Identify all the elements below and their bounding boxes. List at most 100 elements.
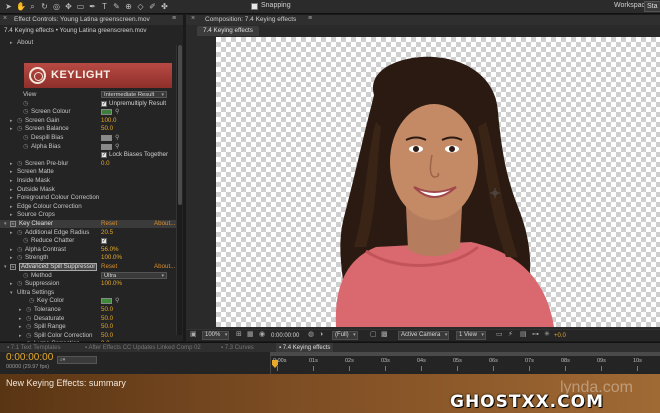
property-value[interactable]: 100.0%	[101, 254, 122, 262]
disclosure-triangle-icon[interactable]: ▸	[10, 280, 13, 288]
view-layout-select[interactable]: 1 View	[456, 331, 486, 340]
effect-row-despill-bias[interactable]: ◷ Despill Bias ⚲	[0, 134, 176, 142]
disclosure-triangle-icon[interactable]: ▸	[10, 203, 13, 211]
effect-row-option-2[interactable]: ◷ ✓ Unpremultiply Result	[0, 100, 176, 108]
disclosure-triangle-icon[interactable]: ▾	[4, 220, 7, 228]
roto-brush-tool-icon[interactable]: ✐	[148, 2, 157, 11]
disclosure-triangle-icon[interactable]: ▸	[10, 117, 13, 125]
stopwatch-icon[interactable]: ◷	[23, 100, 28, 108]
current-time-display[interactable]: 0:00:00:00	[271, 331, 299, 340]
effect-row-strength[interactable]: ▸ ◷ Strength 100.0%	[0, 254, 176, 262]
composition-tab[interactable]: 7.4 Keying effects	[197, 26, 259, 36]
close-icon[interactable]: ×	[3, 15, 7, 22]
stopwatch-icon[interactable]: ◷	[17, 117, 22, 125]
stopwatch-icon[interactable]: ◷	[26, 332, 31, 340]
stopwatch-icon[interactable]: ◷	[23, 134, 28, 142]
camera-select[interactable]: Active Camera	[398, 331, 450, 340]
eyedropper-icon[interactable]: ⚲	[115, 109, 125, 115]
property-checkbox[interactable]: ✓	[101, 152, 107, 159]
hand-tool-icon[interactable]: ✋	[16, 2, 26, 11]
effect-row-spill-range[interactable]: ▸ ◷ Spill Range 50.0	[0, 323, 176, 331]
stopwatch-icon[interactable]: ◷	[26, 315, 31, 323]
composition-viewer[interactable]	[216, 37, 660, 327]
disclosure-triangle-icon[interactable]: ▸	[10, 246, 13, 254]
effect-row-desaturate[interactable]: ▸ ◷ Desaturate 50.0	[0, 315, 176, 323]
pen-tool-icon[interactable]: ✒	[88, 2, 97, 11]
stopwatch-icon[interactable]: ◷	[17, 246, 22, 254]
stopwatch-icon[interactable]: ◷	[17, 125, 22, 133]
reset-exposure-icon[interactable]: ✳	[544, 331, 550, 340]
property-checkbox[interactable]: ✓	[101, 100, 107, 107]
reset-link[interactable]: Reset	[101, 220, 117, 228]
timeline-icon[interactable]: ▤	[520, 331, 527, 340]
effect-controls-title[interactable]: Effect Controls: Young Latina greenscree…	[14, 16, 150, 23]
puppet-tool-icon[interactable]: ✤	[160, 2, 169, 11]
effect-row-ultra-settings[interactable]: ▾ Ultra Settings	[0, 289, 176, 297]
stopwatch-icon[interactable]: ◷	[23, 108, 28, 116]
color-swatch[interactable]	[101, 135, 112, 141]
stopwatch-icon[interactable]: ◷	[17, 280, 22, 288]
disclosure-triangle-icon[interactable]: ▸	[19, 315, 22, 323]
effect-row-additional-edge-radius[interactable]: ▸ ◷ Additional Edge Radius 20.5	[0, 229, 176, 237]
close-icon[interactable]: ×	[191, 15, 195, 22]
timeline-timecode[interactable]: 0:00:00:00	[6, 352, 53, 363]
exposure-value[interactable]: +0.0	[554, 331, 566, 340]
effect-row-alpha-bias[interactable]: ◷ Alpha Bias ⚲	[0, 143, 176, 151]
disclosure-triangle-icon[interactable]: ▸	[10, 177, 13, 185]
property-value[interactable]: 50.0	[101, 323, 113, 331]
stopwatch-icon[interactable]: ◷	[29, 297, 34, 305]
disclosure-triangle-icon[interactable]: ▸	[19, 332, 22, 340]
stopwatch-icon[interactable]: ◷	[23, 237, 28, 245]
rotate-tool-icon[interactable]: ↻	[40, 2, 49, 11]
effect-row-screen-colour[interactable]: ◷ Screen Colour ⚲	[0, 108, 176, 116]
effect-row-view[interactable]: View Intermediate Result	[0, 91, 176, 99]
rectangle-tool-icon[interactable]: ▭	[76, 2, 85, 11]
panel-menu-icon[interactable]: ≡	[172, 15, 176, 22]
property-value[interactable]: 50.0	[101, 125, 113, 133]
stopwatch-icon[interactable]: ◷	[23, 272, 28, 280]
scrollbar-thumb[interactable]	[178, 45, 182, 205]
disclosure-triangle-icon[interactable]: ▸	[19, 323, 22, 331]
zoom-select[interactable]: 100%	[202, 331, 230, 340]
eyedropper-icon[interactable]: ⚲	[115, 298, 125, 304]
stopwatch-icon[interactable]: ◷	[26, 323, 31, 331]
effect-row-alpha-contrast[interactable]: ▸ ◷ Alpha Contrast 56.0%	[0, 246, 176, 254]
snapping-checkbox[interactable]	[251, 3, 258, 10]
snapshot-icon[interactable]: ◍	[308, 331, 314, 340]
property-value[interactable]: 50.0	[101, 332, 113, 340]
work-area-bar[interactable]	[270, 352, 660, 356]
disclosure-triangle-icon[interactable]: ▸	[10, 125, 13, 133]
effect-row-edge-colour-correction[interactable]: ▸ Edge Colour Correction	[0, 203, 176, 211]
about-link[interactable]: About...	[154, 263, 175, 271]
fast-preview-icon[interactable]: ⚡	[508, 331, 513, 340]
color-swatch[interactable]	[101, 109, 112, 116]
effect-controls-scrollbar[interactable]	[176, 45, 182, 335]
fx-toggle-icon[interactable]: fx	[10, 264, 16, 270]
stopwatch-icon[interactable]: ◷	[17, 229, 22, 237]
zoom-tool-icon[interactable]: ⌕	[28, 2, 37, 11]
effect-row-key-cleaner[interactable]: ▾ fx Key Cleaner Reset About...	[0, 220, 176, 228]
camera-tool-icon[interactable]: ◎	[52, 2, 61, 11]
pan-behind-tool-icon[interactable]: ✥	[64, 2, 73, 11]
effect-row-option-8[interactable]: ✓ Lock Biases Together	[0, 151, 176, 159]
safe-zones-icon[interactable]: ⊞	[236, 331, 242, 340]
property-dropdown[interactable]: Ultra	[101, 271, 167, 279]
property-value[interactable]: 100.0	[101, 117, 116, 125]
brush-tool-icon[interactable]: ✎	[112, 2, 121, 11]
fx-toggle-icon[interactable]: fx	[10, 221, 16, 227]
stopwatch-icon[interactable]: ◷	[26, 306, 31, 314]
resolution-select[interactable]: (Full)	[332, 331, 358, 340]
property-value[interactable]: 56.0%	[101, 246, 119, 254]
effect-row-suppression[interactable]: ▸ ◷ Suppression 100.0%	[0, 280, 176, 288]
grid-icon[interactable]: ▦	[247, 331, 254, 340]
disclosure-triangle-icon[interactable]: ▸	[10, 168, 13, 176]
disclosure-triangle-icon[interactable]: ▸	[10, 39, 13, 47]
disclosure-triangle-icon[interactable]: ▸	[19, 306, 22, 314]
flowchart-icon[interactable]: ⊶	[532, 331, 539, 340]
effect-row-outside-mask[interactable]: ▸ Outside Mask	[0, 186, 176, 194]
eyedropper-icon[interactable]: ⚲	[115, 144, 125, 150]
always-preview-icon[interactable]: ▣	[190, 331, 197, 340]
effect-row-screen-balance[interactable]: ▸ ◷ Screen Balance 50.0	[0, 125, 176, 133]
property-value[interactable]: 50.0	[101, 315, 113, 323]
effect-row-reduce-chatter[interactable]: ◷ Reduce Chatter ✓	[0, 237, 176, 245]
